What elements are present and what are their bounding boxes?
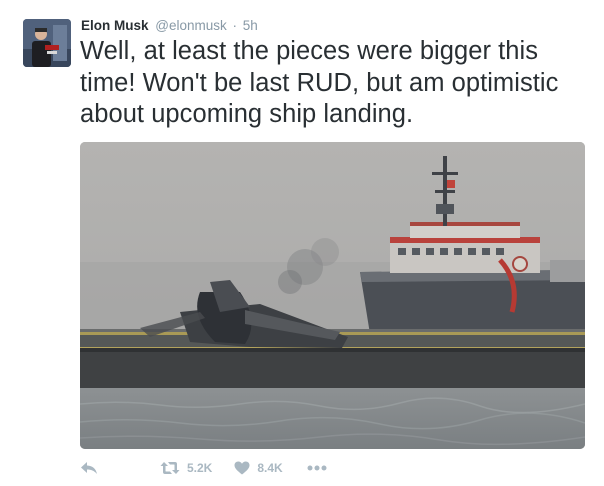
avatar-image [23, 19, 71, 67]
tweet-timestamp[interactable]: 5h [243, 18, 258, 33]
tweet-header: Elon Musk @elonmusk · 5h [81, 17, 258, 35]
tweet-actions: 5.2K 8.4K [80, 458, 327, 478]
retweet-icon [160, 462, 180, 474]
header-separator: · [232, 18, 238, 33]
rocket-barge-photo [80, 142, 585, 449]
like-button[interactable]: 8.4K [234, 461, 283, 475]
tweet-text: Well, at least the pieces were bigger th… [80, 37, 559, 128]
tweet-card: Elon Musk @elonmusk · 5h Well, at least … [0, 0, 604, 486]
retweet-button[interactable]: 5.2K [160, 461, 212, 475]
tweet-photo[interactable] [80, 142, 585, 449]
retweet-count: 5.2K [187, 461, 213, 475]
more-button[interactable] [307, 465, 327, 471]
author-handle[interactable]: @elonmusk [155, 18, 226, 33]
reply-icon [81, 462, 97, 474]
more-dots-icon [307, 465, 327, 471]
avatar[interactable] [23, 19, 71, 67]
heart-icon [234, 461, 250, 475]
reply-button[interactable] [80, 461, 98, 475]
author-name[interactable]: Elon Musk [81, 18, 149, 33]
like-count: 8.4K [257, 461, 283, 475]
